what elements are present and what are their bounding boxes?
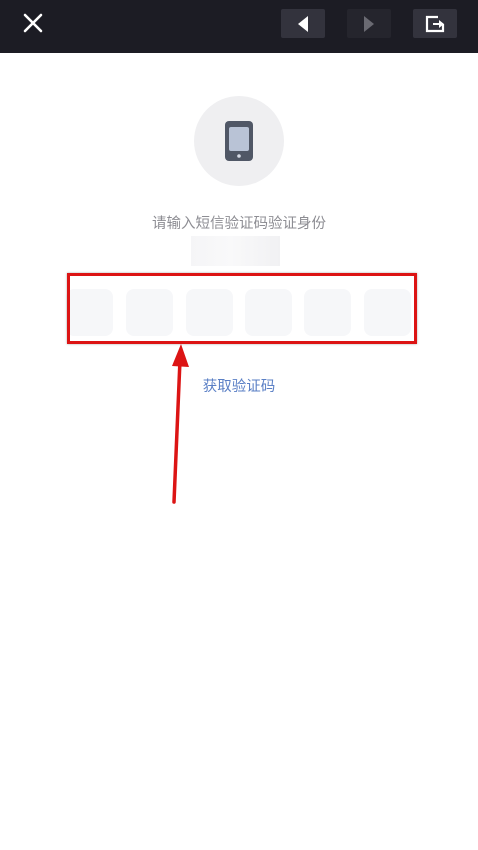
- arrow-annotation: [172, 344, 189, 504]
